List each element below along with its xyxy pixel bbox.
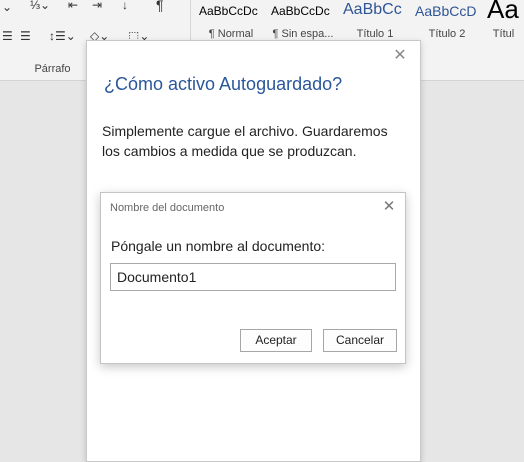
increase-indent-icon[interactable]: ⇥ bbox=[92, 0, 102, 12]
close-icon[interactable]: ✕ bbox=[391, 47, 409, 65]
style-name: Título 2 bbox=[428, 28, 466, 40]
style-sample: AaBbCcD bbox=[415, 3, 477, 19]
document-name-dialog: Nombre del documento ✕ Póngale un nombre… bbox=[100, 192, 406, 364]
document-name-input[interactable] bbox=[110, 263, 396, 291]
sort-icon[interactable]: ↓ bbox=[122, 0, 128, 12]
align-right-icon[interactable]: ☰ bbox=[2, 29, 13, 43]
style-sample: AaBbCcDc bbox=[199, 4, 258, 18]
panel-description: Simplemente cargue el archivo. Guardarem… bbox=[102, 123, 388, 159]
decrease-indent-icon[interactable]: ⇤ bbox=[68, 0, 78, 12]
dialog-title: Nombre del documento bbox=[110, 202, 225, 214]
style-sample: AaBbCcDc bbox=[271, 4, 330, 18]
line-spacing-icon[interactable]: ↕☰⌄ bbox=[49, 29, 76, 43]
style-name: ¶ Normal bbox=[208, 28, 254, 40]
style-name: Título 1 bbox=[356, 28, 394, 40]
style-sample: AaBbCc bbox=[343, 1, 402, 18]
pilcrow-icon[interactable]: ¶ bbox=[156, 0, 164, 13]
multilevel-list-icon[interactable]: ⅓⌄ bbox=[30, 0, 50, 12]
accept-button[interactable]: Aceptar bbox=[240, 329, 312, 352]
style-sample: Aa bbox=[487, 0, 519, 24]
justify-icon[interactable]: ☰ bbox=[20, 29, 31, 43]
style-title[interactable]: Aa Títul bbox=[483, 0, 524, 48]
style-name: ¶ Sin espa... bbox=[272, 28, 334, 40]
dialog-prompt: Póngale un nombre al documento: bbox=[111, 238, 326, 254]
style-heading-2[interactable]: AaBbCcD Título 2 bbox=[411, 0, 483, 48]
panel-title: ¿Cómo activo Autoguardado? bbox=[104, 74, 343, 94]
close-icon[interactable]: ✕ bbox=[381, 199, 397, 215]
cancel-button[interactable]: Cancelar bbox=[323, 329, 397, 352]
style-name: Títul bbox=[492, 28, 515, 40]
list-dropdown-icon[interactable]: ⌄ bbox=[2, 0, 12, 14]
